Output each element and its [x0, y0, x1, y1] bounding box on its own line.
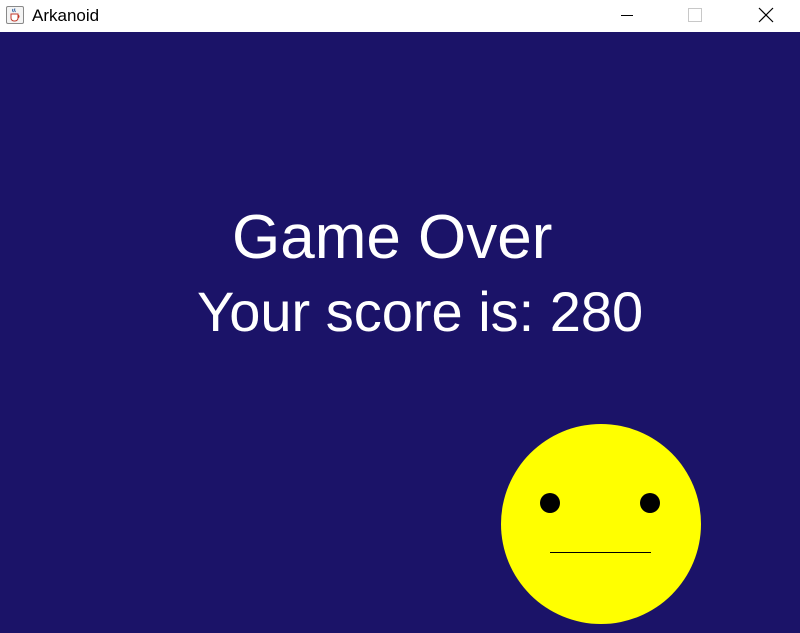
close-button[interactable]: [742, 0, 788, 32]
close-icon: [758, 7, 774, 23]
game-over-text: Game Over: [232, 203, 553, 272]
game-canvas[interactable]: Game Over Your score is: 280: [0, 32, 800, 633]
java-cup-icon[interactable]: [6, 6, 24, 24]
maximize-icon: [688, 8, 702, 22]
maximize-button[interactable]: [672, 0, 718, 32]
score-value: 280: [549, 280, 644, 343]
score-line: Your score is: 280: [197, 280, 643, 344]
title-bar[interactable]: Arkanoid: [0, 0, 800, 32]
score-label: Your score is:: [197, 280, 535, 343]
game-window: Arkanoid Game Over Your score is: 280: [0, 0, 800, 633]
minimize-icon: [621, 15, 633, 16]
window-title: Arkanoid: [32, 6, 100, 25]
minimize-button[interactable]: [604, 0, 650, 32]
neutral-face-icon: [501, 424, 701, 624]
